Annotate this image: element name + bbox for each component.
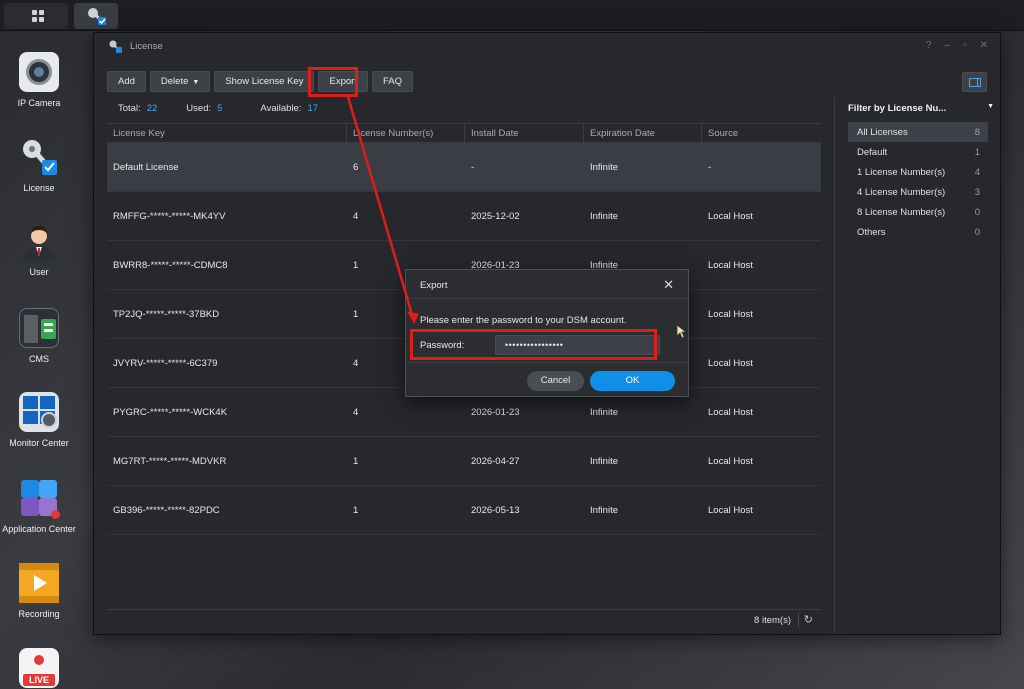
mouse-cursor-icon <box>676 324 688 339</box>
annotation-arrow <box>346 96 419 324</box>
